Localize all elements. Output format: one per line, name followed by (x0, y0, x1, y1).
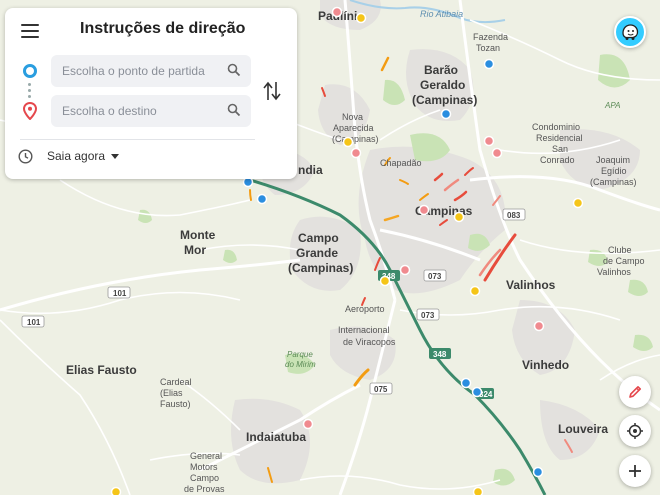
marker-yellow (469, 285, 481, 297)
svg-text:Tozan: Tozan (476, 43, 500, 53)
svg-text:Rio Atibaia: Rio Atibaia (420, 9, 463, 19)
clock-icon (18, 149, 33, 164)
svg-text:101: 101 (27, 318, 41, 327)
svg-text:Condominio: Condominio (532, 122, 580, 132)
svg-text:Campo: Campo (298, 231, 339, 245)
svg-text:Aeroporto: Aeroporto (345, 304, 385, 314)
marker-pink (302, 418, 314, 430)
svg-text:San: San (552, 144, 568, 154)
marker-blue (460, 377, 472, 389)
svg-text:APA: APA (604, 101, 620, 110)
search-icon[interactable] (227, 103, 241, 117)
svg-text:(Campinas): (Campinas) (288, 261, 353, 275)
svg-text:Geraldo: Geraldo (420, 78, 465, 92)
svg-text:073: 073 (428, 272, 442, 281)
plus-icon (629, 465, 641, 477)
svg-text:Valinhos: Valinhos (506, 278, 556, 292)
marker-pink (418, 204, 430, 216)
svg-text:(Campinas): (Campinas) (590, 177, 637, 187)
chevron-down-icon (111, 153, 120, 159)
directions-panel: Instruções de direção Saia agora (5, 8, 297, 179)
svg-text:(Campinas): (Campinas) (412, 93, 477, 107)
svg-text:Chapadão: Chapadão (380, 158, 422, 168)
waze-logo-icon[interactable] (614, 16, 646, 48)
svg-text:Fausto): Fausto) (160, 399, 191, 409)
svg-text:101: 101 (113, 289, 127, 298)
marker-blue (532, 466, 544, 478)
marker-blue (471, 386, 483, 398)
svg-text:Vinhedo: Vinhedo (522, 358, 569, 372)
map-pin-icon (23, 102, 37, 120)
waze-face-icon (622, 24, 639, 40)
svg-text:083: 083 (507, 211, 521, 220)
svg-text:Mor: Mor (184, 243, 206, 257)
svg-text:Indaiatuba: Indaiatuba (246, 430, 306, 444)
swap-arrows-icon[interactable] (261, 78, 283, 104)
marker-yellow (355, 12, 367, 24)
svg-text:073: 073 (421, 311, 435, 320)
marker-pink (399, 264, 411, 276)
locate-me-button[interactable] (619, 415, 651, 447)
svg-text:Internacional: Internacional (338, 325, 390, 335)
marker-yellow (472, 486, 484, 495)
marker-yellow (379, 275, 391, 287)
departure-time-select[interactable]: Saia agora (47, 149, 120, 163)
svg-text:(Elias: (Elias (160, 388, 183, 398)
svg-text:Valinhos: Valinhos (597, 267, 631, 277)
svg-text:Parque: Parque (287, 350, 313, 359)
marker-yellow (110, 486, 122, 495)
svg-text:de Campo: de Campo (603, 256, 645, 266)
svg-text:Motors: Motors (190, 462, 218, 472)
svg-text:Campo: Campo (190, 473, 219, 483)
divider (20, 139, 255, 140)
origin-field[interactable] (51, 55, 251, 87)
marker-blue (483, 58, 495, 70)
origin-circle-icon (23, 64, 37, 78)
svg-text:de Provas: de Provas (184, 484, 225, 494)
marker-yellow (453, 211, 465, 223)
marker-pink (491, 147, 503, 159)
destination-field[interactable] (51, 95, 251, 127)
svg-text:Aparecida: Aparecida (333, 123, 374, 133)
svg-text:Egídio: Egídio (601, 166, 627, 176)
origin-input[interactable] (51, 55, 221, 87)
svg-text:Monte: Monte (180, 228, 216, 242)
svg-text:Barão: Barão (424, 63, 458, 77)
svg-text:Fazenda: Fazenda (473, 32, 508, 42)
svg-text:(Campinas): (Campinas) (332, 134, 379, 144)
panel-title: Instruções de direção (80, 20, 246, 37)
svg-text:de Viracopos: de Viracopos (343, 337, 396, 347)
destination-input[interactable] (51, 95, 221, 127)
marker-yellow (572, 197, 584, 209)
route-dots-icon (28, 83, 31, 99)
svg-text:Nova: Nova (342, 112, 363, 122)
svg-text:075: 075 (374, 385, 388, 394)
svg-text:Joaquim: Joaquim (596, 155, 630, 165)
svg-text:ndia: ndia (298, 163, 323, 177)
departure-time-label: Saia agora (47, 149, 106, 163)
marker-pink (350, 147, 362, 159)
zoom-in-button[interactable] (619, 455, 651, 487)
search-icon[interactable] (227, 63, 241, 77)
svg-text:do Mirim: do Mirim (285, 360, 316, 369)
marker-pink (331, 6, 343, 18)
svg-text:Elias Fausto: Elias Fausto (66, 363, 137, 377)
report-button[interactable] (619, 376, 651, 408)
marker-blue (256, 193, 268, 205)
svg-text:Cardeal: Cardeal (160, 377, 192, 387)
hamburger-menu-icon[interactable] (21, 24, 39, 40)
svg-text:Conrado: Conrado (540, 155, 575, 165)
pencil-icon (629, 386, 641, 398)
marker-blue (440, 108, 452, 120)
marker-pink (483, 135, 495, 147)
marker-yellow (342, 136, 354, 148)
crosshair-icon (627, 423, 643, 439)
svg-text:Louveira: Louveira (558, 422, 608, 436)
svg-text:Residencial: Residencial (536, 133, 583, 143)
svg-text:Grande: Grande (296, 246, 338, 260)
svg-text:General: General (190, 451, 222, 461)
marker-pink (533, 320, 545, 332)
svg-text:Clube: Clube (608, 245, 632, 255)
svg-text:348: 348 (433, 350, 447, 359)
